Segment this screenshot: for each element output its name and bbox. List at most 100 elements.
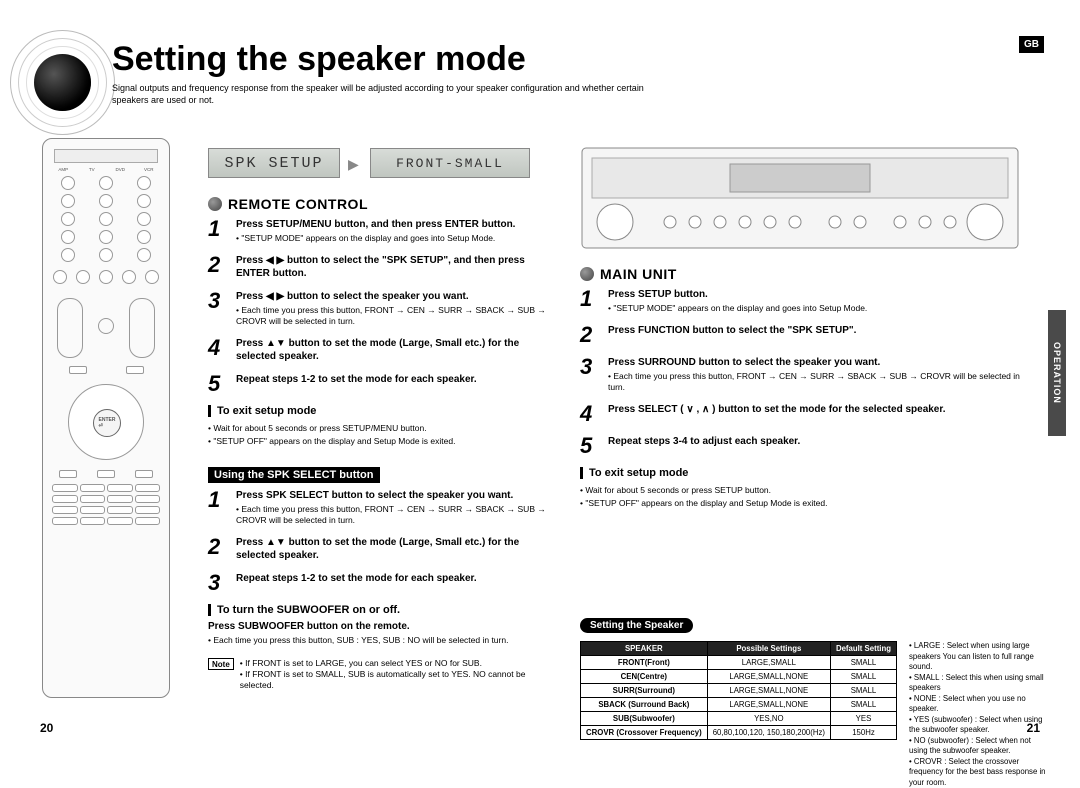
step-lead: Press SELECT ( ∨ , ∧ ) button to set the… <box>608 403 1020 416</box>
table-cell: 60,80,100,120, 150,180,200(Hz) <box>707 726 830 740</box>
table-cell: YES <box>830 712 896 726</box>
speaker-table: SPEAKERPossible SettingsDefault Setting … <box>580 641 897 740</box>
step: 3 Repeat steps 1-2 to set the mode for ea… <box>208 572 548 594</box>
step-number: 4 <box>208 337 228 363</box>
step-number: 3 <box>580 356 600 393</box>
step-sub: Each time you press this button, FRONT →… <box>608 371 1020 393</box>
table-row: FRONT(Front)LARGE,SMALLSMALL <box>581 656 897 670</box>
step-number: 3 <box>208 572 228 594</box>
step-number: 2 <box>208 254 228 280</box>
step-lead: Repeat steps 1-2 to set the mode for eac… <box>236 373 548 386</box>
step-lead: Press SPK SELECT button to select the sp… <box>236 489 548 502</box>
definition-item: LARGE : Select when using large speakers… <box>909 641 1050 673</box>
step: 5Repeat steps 3-4 to adjust each speaker… <box>580 435 1020 457</box>
table-cell: SMALL <box>830 698 896 712</box>
subwoofer-sub: Each time you press this button, SUB : Y… <box>208 635 548 646</box>
main-unit-section: MAIN UNIT 1Press SETUP button."SETUP MOD… <box>580 266 1020 519</box>
table-header: Default Setting <box>830 642 896 656</box>
table-cell: SMALL <box>830 684 896 698</box>
step-lead: Press ▲▼ button to set the mode (Large, … <box>236 337 548 363</box>
step: 1Press SETUP button."SETUP MODE" appears… <box>580 288 1020 314</box>
step-lead: Press FUNCTION button to select the "SPK… <box>608 324 1020 337</box>
table-row: SBACK (Surround Back)LARGE,SMALL,NONESMA… <box>581 698 897 712</box>
table-cell: SMALL <box>830 670 896 684</box>
locale-tag: GB <box>1019 36 1044 53</box>
step: 1 Press SETUP/MENU button, and then press… <box>208 218 548 244</box>
step-number: 5 <box>208 373 228 395</box>
step-sub: Each time you press this button, FRONT →… <box>236 504 548 526</box>
step-number: 4 <box>580 403 600 425</box>
main-exit-2: "SETUP OFF" appears on the display and S… <box>580 498 1020 509</box>
step: 4 Press SELECT ( ∨ , ∧ ) button to set th… <box>580 403 1020 425</box>
table-cell: SURR(Surround) <box>581 684 708 698</box>
step-lead: Press SURROUND button to select the spea… <box>608 356 1020 369</box>
page-number-left: 20 <box>40 721 53 735</box>
main-exit-heading: To exit setup mode <box>580 467 1020 479</box>
step: 2 Press ◀ ▶ button to select the "SPK SET… <box>208 254 548 280</box>
main-exit-1: Wait for about 5 seconds or press SETUP … <box>580 485 1020 496</box>
table-heading: Setting the Speaker <box>580 618 693 633</box>
step-lead: Press ◀ ▶ button to select the speaker y… <box>236 290 548 303</box>
remote-heading: REMOTE CONTROL <box>208 196 548 212</box>
step-number: 3 <box>208 290 228 327</box>
step: 2Press ▲▼ button to set the mode (Large,… <box>208 536 548 562</box>
title-block: Setting the speaker mode Signal outputs … <box>112 40 672 106</box>
note-block: Note If FRONT is set to LARGE, you can s… <box>208 658 548 691</box>
exit-note-1: Wait for about 5 seconds or press SETUP/… <box>208 423 548 434</box>
side-tab-operation: OPERATION <box>1048 310 1066 436</box>
table-cell: SBACK (Surround Back) <box>581 698 708 712</box>
table-row: SURR(Surround)LARGE,SMALL,NONESMALL <box>581 684 897 698</box>
step: 3 Press ◀ ▶ button to select the speaker … <box>208 290 548 327</box>
table-cell: LARGE,SMALL,NONE <box>707 698 830 712</box>
definition-item: SMALL : Select this when using small spe… <box>909 673 1050 694</box>
step-number: 2 <box>580 324 600 346</box>
definition-item: CROVR : Select the crossover frequency f… <box>909 757 1050 788</box>
table-cell: SUB(Subwoofer) <box>581 712 708 726</box>
page-title: Setting the speaker mode <box>112 40 672 79</box>
table-header: Possible Settings <box>707 642 830 656</box>
lcd-display-2: FRONT-SMALL <box>370 148 530 178</box>
step-lead: Repeat steps 1-2 to set the mode for eac… <box>236 572 548 585</box>
table-cell: YES,NO <box>707 712 830 726</box>
step: 3 Press SURROUND button to select the spe… <box>580 356 1020 393</box>
table-cell: SMALL <box>830 656 896 670</box>
step-lead: Repeat steps 3-4 to adjust each speaker. <box>608 435 1020 448</box>
speaker-table-area: Setting the Speaker SPEAKERPossible Sett… <box>580 618 1050 788</box>
table-cell: LARGE,SMALL,NONE <box>707 684 830 698</box>
step-lead: Press SETUP button. <box>608 288 1020 301</box>
receiver-illustration <box>580 140 1020 260</box>
table-cell: LARGE,SMALL,NONE <box>707 670 830 684</box>
table-header: SPEAKER <box>581 642 708 656</box>
table-cell: CROVR (Crossover Frequency) <box>581 726 708 740</box>
table-cell: CEN(Centre) <box>581 670 708 684</box>
step-sub: "SETUP MODE" appears on the display and … <box>236 233 548 244</box>
table-cell: FRONT(Front) <box>581 656 708 670</box>
step: 5 Repeat steps 1-2 to set the mode for ea… <box>208 373 548 395</box>
subwoofer-heading: To turn the SUBWOOFER on or off. <box>208 604 548 616</box>
exit-heading: To exit setup mode <box>208 405 548 417</box>
step-number: 1 <box>208 218 228 244</box>
step-lead: Press ◀ ▶ button to select the "SPK SETU… <box>236 254 548 280</box>
note-2: If FRONT is set to SMALL, SUB is automat… <box>240 669 548 691</box>
lcd-display-1: SPK SETUP <box>208 148 340 178</box>
page-number-right: 21 <box>1027 721 1040 735</box>
remote-control-section: REMOTE CONTROL 1 Press SETUP/MENU button,… <box>208 196 548 692</box>
step: 4 Press ▲▼ button to set the mode (Large,… <box>208 337 548 363</box>
exit-note-2: "SETUP OFF" appears on the display and S… <box>208 436 548 447</box>
note-1: If FRONT is set to LARGE, you can select… <box>240 658 548 669</box>
definitions-list: LARGE : Select when using large speakers… <box>909 641 1050 788</box>
subwoofer-lead: Press SUBWOOFER button on the remote. <box>208 620 548 633</box>
spk-select-heading: Using the SPK SELECT button <box>208 467 380 483</box>
step: 1Press SPK SELECT button to select the s… <box>208 489 548 526</box>
step-number: 2 <box>208 536 228 562</box>
note-tag: Note <box>208 658 234 670</box>
table-row: SUB(Subwoofer)YES,NOYES <box>581 712 897 726</box>
table-row: CROVR (Crossover Frequency)60,80,100,120… <box>581 726 897 740</box>
main-heading: MAIN UNIT <box>580 266 1020 282</box>
definition-item: NONE : Select when you use no speaker. <box>909 694 1050 715</box>
speaker-graphic <box>10 30 115 135</box>
page-subtitle: Signal outputs and frequency response fr… <box>112 83 672 106</box>
table-row: CEN(Centre)LARGE,SMALL,NONESMALL <box>581 670 897 684</box>
step-number: 1 <box>580 288 600 314</box>
step-lead: Press SETUP/MENU button, and then press … <box>236 218 548 231</box>
